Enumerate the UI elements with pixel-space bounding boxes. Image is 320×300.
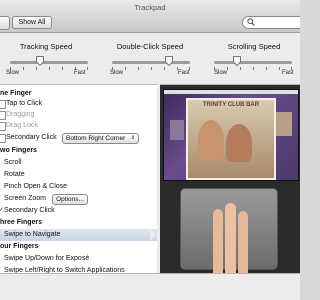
double-click-speed-min: Slow	[110, 70, 124, 76]
drag-lock-label: Drag Lock	[6, 122, 38, 129]
scrolling-speed-min: Slow	[214, 70, 228, 76]
tracking-speed-label: Tracking Speed	[19, 42, 73, 51]
pinch-label: Pinch Open & Close	[4, 183, 68, 190]
screen-zoom-item[interactable]: Screen Zoom Options...	[0, 193, 157, 205]
two-fingers-header: wo Fingers	[0, 145, 157, 157]
speed-sliders: Tracking Speed Slow Fast Double-Click Sp…	[0, 32, 300, 84]
double-click-speed-knob[interactable]	[165, 56, 173, 66]
photo-thumbnail-left	[170, 120, 184, 140]
finger-index-icon	[213, 209, 223, 279]
secondary-click-label: Secondary Click	[6, 134, 57, 141]
screen-zoom-label: Screen Zoom	[4, 195, 47, 202]
tracking-speed-min: Slow	[6, 70, 20, 76]
photo-thumbnail-right	[276, 112, 292, 136]
screen-zoom-options-button[interactable]: Options...	[52, 194, 88, 205]
two-finger-secondary-click-label: Secondary Click	[4, 207, 55, 214]
secondary-click-popup-value: Bottom Right Corner	[66, 135, 126, 142]
forward-back-button[interactable]	[0, 16, 10, 30]
show-all-button[interactable]: Show All	[12, 16, 52, 29]
secondary-click-popup[interactable]: Bottom Right Corner ⇕	[62, 133, 139, 144]
two-finger-secondary-click-option[interactable]: ✓ Secondary Click	[0, 205, 157, 217]
title-bar: Trackpad Show All	[0, 0, 300, 33]
tracking-speed-knob[interactable]	[36, 56, 44, 66]
trackpad-illustration	[180, 188, 278, 279]
swipe-to-navigate-item[interactable]: Swipe to Navigate	[0, 229, 157, 241]
popup-arrows-icon: ⇕	[130, 135, 135, 141]
search-icon	[247, 18, 255, 26]
gesture-settings-pane: ne Finger Tap to Click Dragging Drag Loc…	[0, 84, 157, 300]
bottom-bar	[0, 273, 300, 300]
swipe-updown-item[interactable]: Swipe Up/Down for Exposé	[0, 253, 157, 265]
swipe-updown-label: Swipe Up/Down for Exposé	[4, 255, 90, 262]
tracking-speed-slider[interactable]	[10, 61, 88, 64]
double-click-speed-slider[interactable]	[112, 61, 190, 64]
finger-ring-icon	[238, 211, 248, 279]
photo-person-right	[226, 124, 252, 162]
finger-middle-icon	[225, 203, 236, 279]
scrolling-speed-knob[interactable]	[233, 56, 241, 66]
double-click-speed-label: Double-Click Speed	[116, 42, 184, 51]
rotate-item[interactable]: Rotate	[0, 169, 157, 181]
photo-caption: TRINITY CLUB BAR	[202, 102, 260, 108]
trackpad-window: Trackpad Show All Tracking Speed Slow Fa…	[0, 0, 300, 300]
menu-bar	[164, 90, 298, 94]
selection-arrow-icon	[150, 229, 156, 241]
scrolling-speed-label: Scrolling Speed	[227, 42, 281, 51]
scroll-label: Scroll	[4, 159, 22, 166]
window-title: Trackpad	[134, 3, 166, 12]
rotate-label: Rotate	[4, 171, 25, 178]
swipe-to-navigate-label: Swipe to Navigate	[4, 231, 61, 238]
three-fingers-header: hree Fingers	[0, 217, 157, 229]
search-field[interactable]	[242, 16, 300, 29]
preview-photo: TRINITY CLUB BAR	[186, 98, 276, 180]
three-fingers-header-label: hree Fingers	[0, 219, 43, 226]
four-fingers-header: our Fingers	[0, 241, 157, 253]
scrolling-speed-slider[interactable]	[214, 61, 292, 64]
photo-person-left	[198, 120, 224, 160]
scroll-item[interactable]: Scroll	[0, 157, 157, 169]
gesture-preview: TRINITY CLUB BAR	[160, 84, 300, 300]
double-click-speed-max: Fast	[178, 70, 190, 76]
preview-screen: TRINITY CLUB BAR	[163, 89, 299, 181]
one-finger-header-label: ne Finger	[0, 90, 32, 97]
scrolling-speed-max: Fast	[282, 70, 294, 76]
secondary-click-option[interactable]: Secondary Click Bottom Right Corner ⇕	[0, 132, 157, 144]
drag-lock-option[interactable]: Drag Lock	[0, 120, 157, 132]
tracking-speed-max: Fast	[74, 70, 86, 76]
four-fingers-header-label: our Fingers	[0, 243, 39, 250]
two-fingers-header-label: wo Fingers	[0, 147, 37, 154]
pinch-item[interactable]: Pinch Open & Close	[0, 181, 157, 193]
